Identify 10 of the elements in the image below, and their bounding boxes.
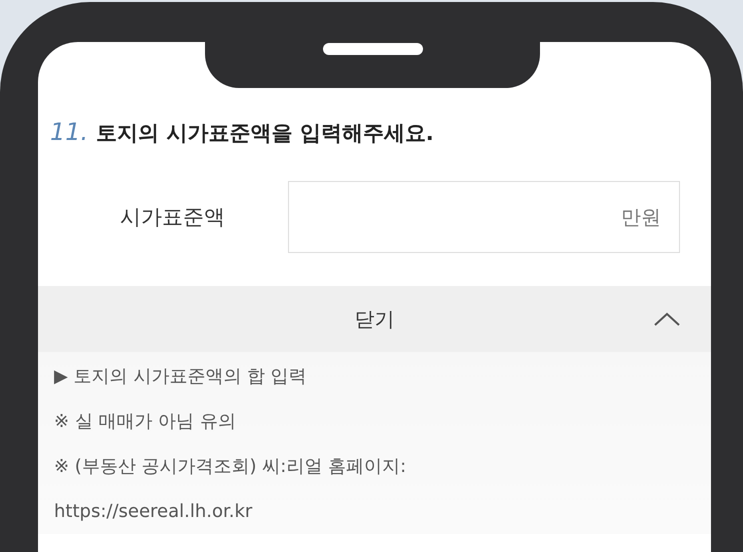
question-text: 토지의 시가표준액을 입력해주세요. [96, 120, 434, 147]
note-text: https://seereal.lh.or.kr [54, 500, 254, 524]
note-text: ※ (부동산 공시가격조회) 씨:리얼 홈페이지: [54, 455, 408, 479]
chevron-icon [653, 311, 681, 327]
note-text: ※ 실 매매가 아님 유의 [54, 410, 237, 434]
field-label: 시가표준액 [120, 204, 226, 231]
collapse-toggle[interactable]: 닫기 [38, 286, 711, 352]
amount-input-field[interactable]: 만원 [288, 181, 680, 253]
question-number: 11. [50, 118, 88, 146]
note-text: ▶ 토지의 시가표준액의 합 입력 [54, 365, 308, 389]
